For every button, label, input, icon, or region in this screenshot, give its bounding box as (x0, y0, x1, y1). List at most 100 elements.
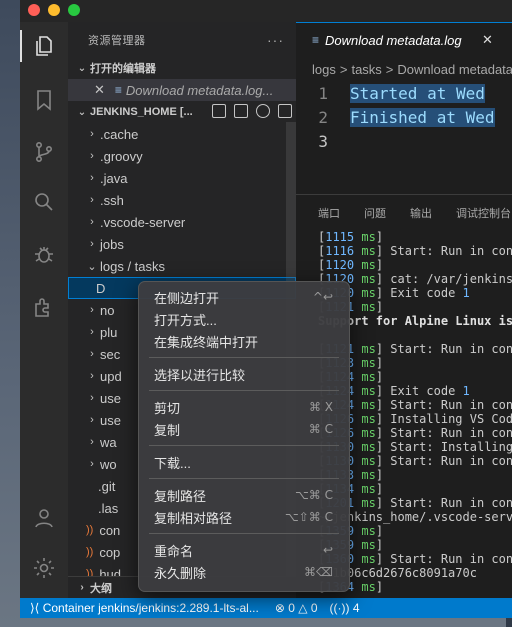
context-menu-item[interactable]: 下载... (145, 451, 343, 473)
maximize-window-button[interactable] (68, 4, 80, 16)
refresh-icon[interactable] (256, 104, 270, 118)
log-unit: ms (354, 356, 376, 370)
warning-icon: △ (298, 601, 311, 615)
tree-item[interactable]: › jobs (68, 233, 296, 255)
line-text: Finished at Wed (350, 107, 495, 127)
open-editors-section[interactable]: ⌄ 打开的编辑器 (68, 57, 296, 79)
bookmark-icon[interactable] (20, 80, 68, 120)
tree-item-label: no (100, 302, 115, 318)
remote-icon: ⟩⟨ (30, 601, 43, 615)
panel-tabs: 端口 问题 输出 调试控制台 (296, 195, 512, 230)
broadcast-icon: ((·)) (329, 601, 353, 615)
new-folder-icon[interactable] (234, 104, 248, 118)
chevron-down-icon: ⌄ (77, 106, 87, 118)
chevron-right-icon: › (90, 392, 94, 404)
chevron-right-icon: › (90, 414, 94, 426)
log-unit: ms (354, 384, 376, 398)
new-file-icon[interactable] (212, 104, 226, 118)
tab-close-icon[interactable]: ✕ (482, 32, 493, 48)
log-unit: ms (354, 440, 376, 454)
tree-item-label: use (100, 390, 121, 406)
panel-tab[interactable]: 问题 (364, 205, 386, 221)
chevron-right-icon: › (90, 304, 94, 316)
log-unit: ms (354, 426, 376, 440)
panel-tab[interactable]: 输出 (410, 205, 432, 221)
tab-download-metadata-log[interactable]: ≡ Download metadata.log ✕ (296, 22, 512, 57)
context-menu-item[interactable]: 重命名 ↩ (145, 539, 343, 561)
breadcrumb-item[interactable]: Download metadata.log (397, 62, 512, 77)
menu-item-label: 重命名 (154, 543, 194, 559)
ports-indicator[interactable]: ((·)) 4 (324, 601, 366, 615)
breadcrumb-item[interactable]: tasks (351, 62, 381, 77)
source-control-icon[interactable] (20, 132, 68, 172)
log-timestamp: 1115 (325, 230, 355, 244)
tree-item-label: .las (98, 500, 119, 516)
tree-item[interactable]: ⌄ logs / tasks (68, 255, 296, 277)
chevron-right-icon: › (90, 348, 94, 360)
minimize-window-button[interactable] (48, 4, 60, 16)
panel-tab[interactable]: 调试控制台 (456, 205, 511, 221)
workspace-root[interactable]: ⌄ JENKINS_HOME [... (68, 101, 296, 123)
context-menu: 在侧边打开 ^↩ 打开方式... 在集成终端中打开 选择以进行比较剪切 ⌘ X 复制 ⌘ C 下… (138, 281, 350, 592)
close-window-button[interactable] (28, 4, 40, 16)
context-menu-item[interactable]: 复制相对路径 ⌥⇧⌘ C (145, 506, 343, 528)
tree-item[interactable]: › .groovy (68, 145, 296, 167)
chevron-right-icon: › (90, 458, 94, 470)
log-unit: ms (354, 272, 376, 286)
panel-tab[interactable]: 端口 (318, 205, 340, 221)
menu-item-shortcut: ⌥⌘ C (294, 488, 333, 502)
breadcrumb-item[interactable]: logs (312, 62, 336, 77)
tree-item-label: jobs (100, 236, 124, 252)
log-timestamp: 1116 (325, 244, 355, 258)
chevron-down-icon: ⌄ (87, 260, 97, 273)
exit-code: 1 (462, 286, 470, 300)
line-number: 2 (318, 107, 328, 127)
context-menu-item[interactable]: 选择以进行比较 (145, 363, 343, 385)
tree-item[interactable]: › .cache (68, 123, 296, 145)
tree-item-label: wo (100, 456, 117, 472)
context-menu-item[interactable]: 永久删除 ⌘⌫ (145, 561, 343, 583)
tree-item[interactable]: › .java (68, 167, 296, 189)
context-menu-item[interactable]: 在集成终端中打开 (145, 330, 343, 352)
account-icon[interactable] (20, 498, 68, 538)
collapse-all-icon[interactable] (278, 104, 292, 118)
code-editor[interactable]: 1 Started at Wed 2 Finished at Wed 3 (296, 81, 512, 191)
menu-item-label: 选择以进行比较 (154, 367, 246, 383)
chevron-right-icon: › (90, 194, 94, 206)
log-unit: ms (354, 300, 376, 314)
context-menu-item[interactable]: 打开方式... (145, 308, 343, 330)
menu-item-label: 剪切 (154, 400, 181, 416)
remote-indicator[interactable]: ⟩⟨ Container jenkins/jenkins:2.289.1-lts… (20, 601, 269, 615)
line-number: 1 (318, 83, 328, 103)
menu-item-shortcut: ↩ (322, 543, 333, 557)
explorer-icon[interactable] (20, 26, 68, 66)
open-editor-item[interactable]: ✕ ≡ Download metadata.log... (68, 79, 296, 101)
line-text: Started at Wed (350, 83, 485, 103)
context-menu-item[interactable]: 复制路径 ⌥⌘ C (145, 484, 343, 506)
menu-item-label: 在集成终端中打开 (154, 334, 259, 350)
menu-separator (149, 357, 339, 358)
context-menu-item[interactable]: 在侧边打开 ^↩ (145, 286, 343, 308)
tree-item[interactable]: › .vscode-server (68, 211, 296, 233)
tree-item[interactable]: › .ssh (68, 189, 296, 211)
log-unit: ms (354, 496, 376, 510)
extensions-icon[interactable] (20, 286, 68, 326)
context-menu-item[interactable]: 剪切 ⌘ X (145, 396, 343, 418)
tree-item-label: D (96, 280, 106, 296)
menu-item-shortcut: ⌘ C (308, 422, 333, 436)
file-lines-icon: ≡ (312, 33, 320, 47)
chevron-right-icon: › (90, 172, 94, 184)
more-actions-icon[interactable]: ··· (267, 32, 284, 48)
problems-indicator[interactable]: ⊗ 0 △ 0 (269, 601, 324, 615)
close-editor-icon[interactable]: ✕ (94, 82, 105, 98)
code-line: 2 Finished at Wed (296, 105, 512, 129)
debug-icon[interactable] (20, 234, 68, 274)
context-menu-item[interactable]: 复制 ⌘ C (145, 418, 343, 440)
chevron-right-icon: › (90, 436, 94, 448)
error-icon: ⊗ (274, 601, 289, 615)
tree-item-label: .ssh (100, 192, 124, 208)
log-unit: ms (354, 244, 376, 258)
chevron-right-icon: › (90, 238, 94, 250)
settings-gear-icon[interactable] (20, 548, 68, 588)
search-icon[interactable] (20, 182, 68, 222)
